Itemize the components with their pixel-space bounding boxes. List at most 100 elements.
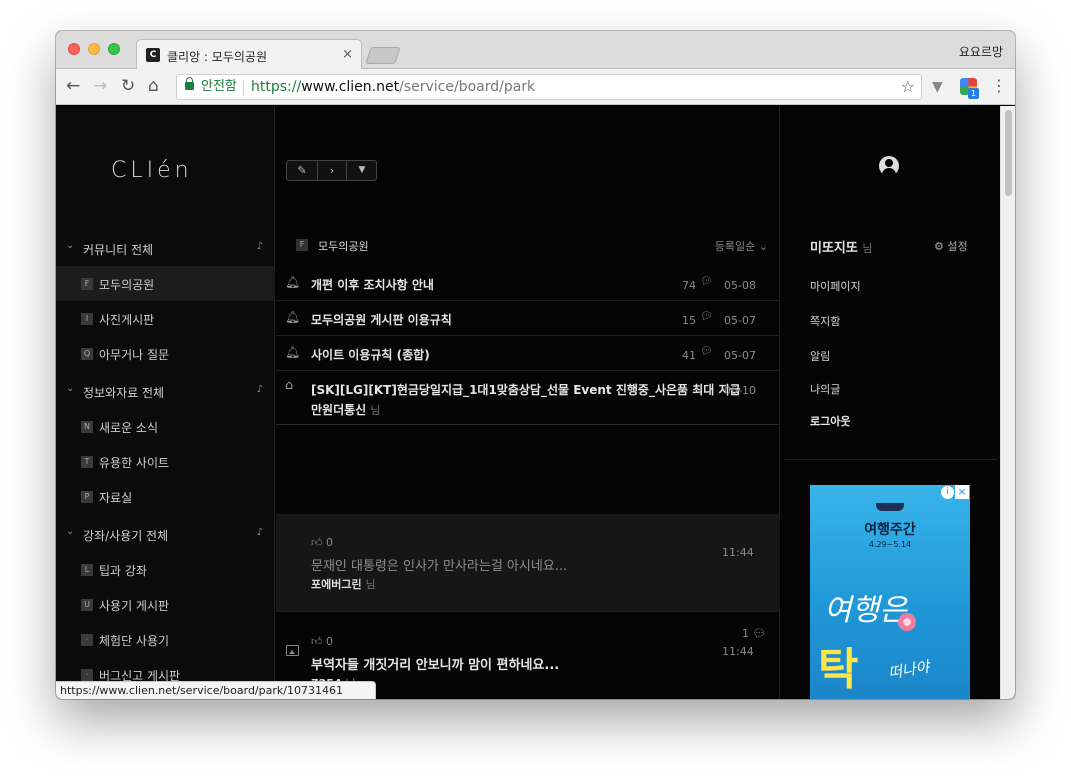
post-date: 05-08: [724, 279, 756, 292]
ad-close-icon[interactable]: ×: [955, 485, 969, 499]
comment-count: 41: [682, 349, 696, 362]
tab-clien-park[interactable]: C 클리앙 : 모두의공원 ×: [136, 39, 362, 69]
board-badge: T: [81, 456, 93, 468]
star-icon[interactable]: ☆: [901, 75, 915, 99]
divider: [784, 459, 997, 460]
zoom-window-button[interactable]: [108, 43, 120, 55]
close-window-button[interactable]: [68, 43, 80, 55]
post-title[interactable]: 부역자들 개짓거리 안보니까 맘이 편하네요...: [311, 654, 559, 673]
sidebar-item-tips[interactable]: L 팁과 강좌: [56, 552, 275, 587]
chevron-right-icon[interactable]: ›: [317, 161, 347, 180]
back-arrow-icon[interactable]: ←: [66, 77, 80, 95]
board-badge: Q: [81, 348, 93, 360]
sidebar-item-label: 자료실: [99, 491, 133, 505]
forward-arrow-icon[interactable]: →: [93, 77, 107, 95]
notice-row[interactable]: 🔔︎ 개편 이후 조치사항 안내 74 💬︎ 05-08: [276, 266, 780, 301]
sponsored-post-row[interactable]: ⌂ [SK][LG][KT]현금당일지급_1대1맞춤상담_선물 Event 진행…: [276, 371, 780, 425]
left-sidebar: CLIén ⌄ 커뮤니티 전체 ♪ F 모두의공원 I 사진게시판 Q 아무거나…: [56, 106, 275, 699]
pencil-icon[interactable]: ✎: [287, 161, 317, 180]
profile-name[interactable]: 요요르망: [959, 43, 1003, 60]
tab-close-icon[interactable]: ×: [342, 47, 353, 62]
sidebar-item-trial[interactable]: · 체험단 사용기: [56, 622, 275, 657]
post-time: 11:44: [722, 546, 754, 559]
logout-button[interactable]: 로그아웃: [810, 413, 850, 429]
bell-icon[interactable]: ♪: [257, 527, 263, 538]
notice-row[interactable]: 🔔︎ 모두의공원 게시판 이용규칙 15 💬︎ 05-07: [276, 301, 780, 336]
home-icon[interactable]: ⌂: [148, 77, 159, 95]
clien-favicon-icon: C: [146, 48, 160, 62]
menu-messages[interactable]: 쪽지함: [810, 313, 840, 329]
ad-slogan-line1: 여행은: [824, 593, 907, 628]
nav-group-label: 커뮤니티 전체: [83, 243, 154, 257]
sidebar-item-label: 새로운 소식: [99, 421, 159, 435]
gear-icon: ⚙: [934, 240, 944, 253]
sidebar-item-files[interactable]: P 자료실: [56, 479, 275, 514]
sidebar-item-useful-sites[interactable]: T 유용한 사이트: [56, 444, 275, 479]
settings-button[interactable]: ⚙ 설정: [934, 238, 968, 254]
board-list: ✎ › ▼ F 모두의공원 등록일순 ⌄ 🔔︎ 개편 이후 조치사항 안내 74…: [276, 106, 780, 699]
scroll-thumb[interactable]: [1005, 110, 1012, 196]
list-item[interactable]: 👍︎ 0 문재인 대통령은 인사가 만사라는걸 아시네요... 포에버그린 님 …: [276, 514, 780, 612]
sidebar-item-photo[interactable]: I 사진게시판: [56, 301, 275, 336]
url-host: www.clien.net: [301, 79, 400, 95]
nav-group-label: 강좌/사용기 전체: [83, 529, 169, 543]
menu-mypage[interactable]: 마이페이지: [810, 278, 861, 294]
notice-row[interactable]: 🔔︎ 사이트 이용규칙 (종합) 41 💬︎ 05-07: [276, 336, 780, 371]
url-separator: [243, 80, 244, 95]
browser-toolbar: ← → ↻ ⌂ 안전함 https://www.clien.net/servic…: [56, 69, 1015, 105]
status-url-bar: https://www.clien.net/service/board/park…: [56, 681, 376, 699]
reload-icon[interactable]: ↻: [121, 77, 135, 95]
nav-group-community[interactable]: ⌄ 커뮤니티 전체 ♪: [56, 231, 275, 266]
minimize-window-button[interactable]: [88, 43, 100, 55]
like-count: 👍︎ 0: [311, 635, 333, 648]
nav-group-info[interactable]: ⌄ 정보와자료 전체 ♪: [56, 374, 275, 409]
notice-title[interactable]: 사이트 이용규칙 (종합): [311, 346, 430, 363]
flower-icon: [898, 613, 916, 631]
sidebar-item-news[interactable]: N 새로운 소식: [56, 409, 275, 444]
sort-dropdown[interactable]: 등록일순 ⌄: [715, 238, 768, 254]
notice-title[interactable]: 개편 이후 조치사항 안내: [311, 276, 434, 293]
post-title[interactable]: 문재인 대통령은 인사가 만사라는걸 아시네요...: [311, 555, 567, 574]
settings-label: 설정: [947, 240, 968, 253]
board-badge: ·: [81, 634, 93, 646]
travel-week-ad-banner[interactable]: i × 여행주간 4.29~5.14 여행은 탁 떠나야: [810, 485, 970, 699]
board-badge: L: [81, 564, 93, 576]
post-title[interactable]: [SK][LG][KT]현금당일지급_1대1맞춤상담_선물 Event 진행중_…: [311, 381, 741, 398]
image-icon: [286, 645, 299, 656]
notice-title[interactable]: 모두의공원 게시판 이용규칙: [311, 311, 452, 328]
nav-group-lectures[interactable]: ⌄ 강좌/사용기 전체 ♪: [56, 517, 275, 552]
bell-icon[interactable]: ♪: [257, 241, 263, 252]
user-avatar-icon[interactable]: [879, 156, 899, 176]
ad-slogan-line2: 탁: [818, 644, 859, 695]
ship-logo-icon: [876, 503, 904, 511]
clien-logo[interactable]: CLIén: [111, 158, 193, 183]
sidebar-item-question[interactable]: Q 아무거나 질문: [56, 336, 275, 371]
url-text[interactable]: https://www.clien.net/service/board/park: [251, 75, 535, 99]
honorific: 님: [862, 242, 873, 255]
address-bar[interactable]: 안전함 https://www.clien.net/service/board/…: [176, 74, 922, 100]
chevron-down-icon: ⌄: [66, 383, 75, 394]
new-tab-button[interactable]: [365, 47, 401, 64]
menu-notifications[interactable]: 알림: [810, 348, 830, 364]
sidebar-item-reviews[interactable]: U 사용기 게시판: [56, 587, 275, 622]
like-count: 👍︎ 0: [311, 536, 333, 549]
menu-my-posts[interactable]: 나의글: [810, 381, 840, 397]
bell-icon[interactable]: ♪: [257, 384, 263, 395]
board-name: 모두의공원: [318, 240, 369, 253]
browser-menu-icon[interactable]: ⋮: [991, 76, 1007, 95]
like-number: 0: [326, 536, 333, 549]
sidebar-item-park[interactable]: F 모두의공원: [56, 266, 275, 301]
url-path: /service/board/park: [399, 79, 536, 95]
comment-bubble-icon: 💬︎: [700, 311, 713, 322]
chevron-down-icon: ⌄: [66, 526, 75, 537]
lock-icon: [185, 77, 194, 90]
page-scrollbar[interactable]: [1000, 106, 1015, 699]
user-name: 미또지또 님: [810, 237, 873, 256]
caret-down-icon[interactable]: ▼: [347, 161, 377, 180]
board-badge: I: [81, 313, 93, 325]
adchoices-icon[interactable]: i: [941, 486, 954, 499]
post-date: 05-10: [724, 384, 756, 397]
sidebar-item-label: 모두의공원: [99, 278, 155, 292]
post-date: 05-07: [724, 314, 756, 327]
vivaldi-extension-icon[interactable]: ▼: [932, 79, 943, 95]
